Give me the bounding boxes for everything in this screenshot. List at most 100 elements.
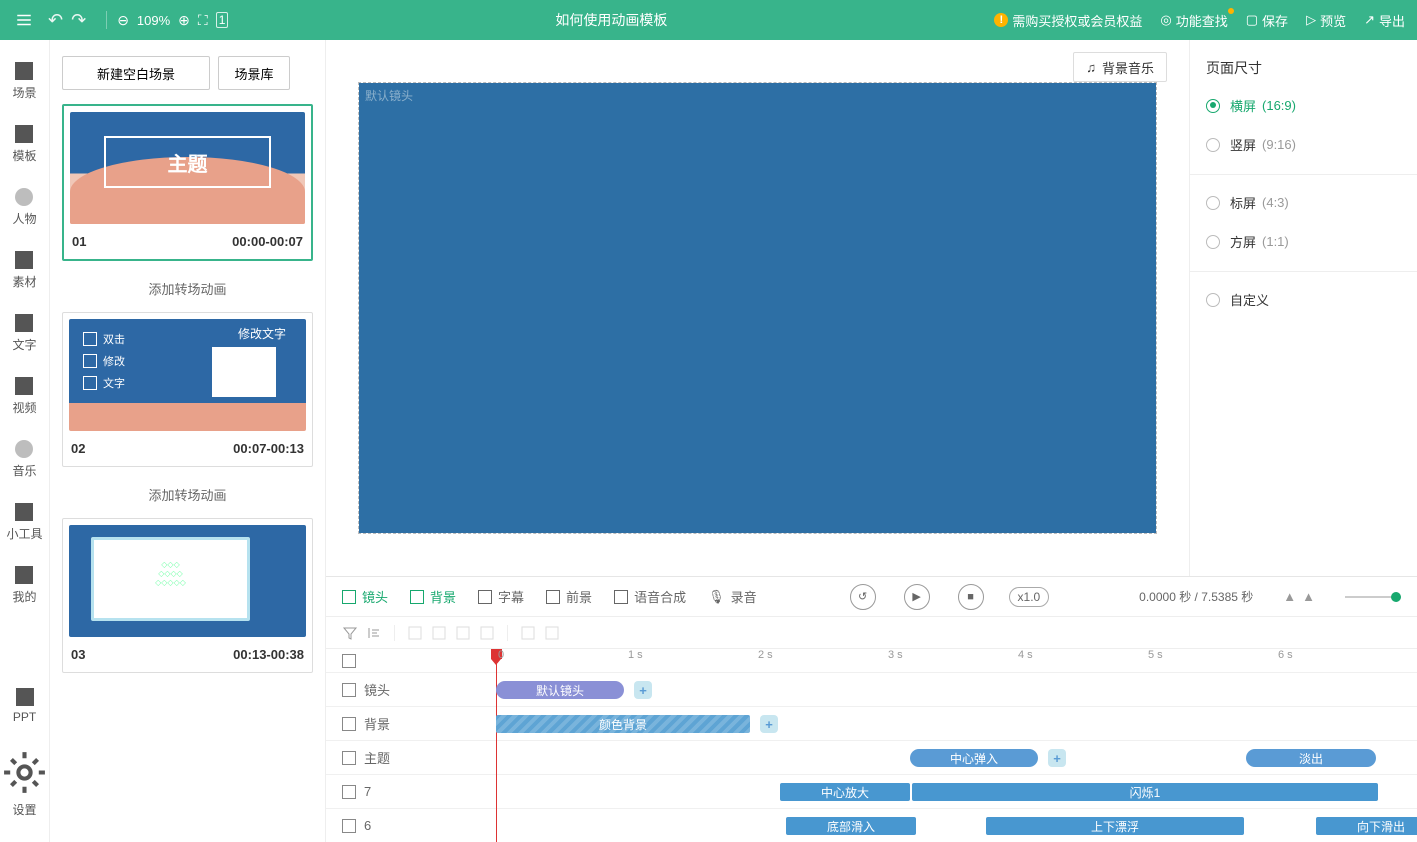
bgm-label: 背景音乐 (1102, 58, 1154, 77)
aspect-option-square[interactable]: 方屏 (1:1) (1206, 232, 1401, 251)
timeline-zoom-slider[interactable] (1345, 596, 1401, 598)
scene-panel: 新建空白场景 场景库 主题 01 00:00-00:07 添加转场动画 修改文字… (50, 40, 326, 842)
clip-6-out[interactable]: 向下滑出 (1316, 817, 1417, 835)
timeline-tools (326, 617, 1417, 649)
zoom-in-button[interactable]: ⊕ (178, 12, 190, 29)
align-icon[interactable] (366, 625, 382, 641)
scene-library-button[interactable]: 场景库 (218, 56, 290, 90)
aspect-option-portrait[interactable]: 竖屏 (9:16) (1206, 135, 1401, 154)
zoom-out-button[interactable]: ⊖ (117, 12, 129, 29)
background-music-button[interactable]: ♫ 背景音乐 (1073, 52, 1167, 82)
aspect-option-standard[interactable]: 标屏 (4:3) (1206, 193, 1401, 212)
redo-button[interactable]: ↷ (71, 10, 86, 31)
clip-7-in[interactable]: 中心放大 (780, 783, 910, 801)
separator (1190, 271, 1417, 272)
zoom-icon[interactable]: ▲ (1283, 589, 1296, 604)
aspect-option-custom[interactable]: 自定义 (1206, 290, 1401, 309)
tool-icon[interactable] (544, 625, 560, 641)
tab-tts[interactable]: 语音合成 (614, 587, 686, 606)
zoom-icon[interactable]: ▲ (1302, 589, 1315, 604)
add-transition-button[interactable]: 添加转场动画 (62, 477, 313, 518)
track-label: 主题 (364, 748, 390, 767)
canvas-stage[interactable]: 默认镜头 (359, 83, 1156, 533)
background-icon (410, 590, 424, 604)
tab-camera[interactable]: 镜头 (342, 587, 388, 606)
aspect-option-landscape[interactable]: 横屏 (16:9) (1206, 96, 1401, 115)
filter-icon[interactable] (342, 625, 358, 641)
license-warning-button[interactable]: ! 需购买授权或会员权益 (994, 11, 1142, 30)
nav-template-label: 模板 (12, 147, 36, 164)
actual-size-button[interactable]: 1 (216, 12, 229, 28)
nav-widget[interactable]: 小工具 (6, 503, 42, 542)
scene-time: 00:07-00:13 (233, 441, 304, 456)
stage-frame: 默认镜头 (358, 82, 1157, 534)
clip-6-in[interactable]: 底部滑入 (786, 817, 916, 835)
clip-camera[interactable]: 默认镜头 (496, 681, 624, 699)
header-actions: ! 需购买授权或会员权益 ◎ 功能查找 ▢ 保存 ▷ 预览 ↗ 导出 (994, 11, 1405, 30)
zoom-percent[interactable]: 109% (137, 13, 170, 28)
tab-background[interactable]: 背景 (410, 587, 456, 606)
nav-material[interactable]: 素材 (12, 251, 36, 290)
track-6: 6 底部滑入 上下漂浮 向下滑出 (326, 809, 1417, 842)
clip-7-effect[interactable]: 闪烁1 (912, 783, 1378, 801)
nav-settings[interactable]: 设置 (0, 748, 49, 818)
tab-subtitle[interactable]: 字幕 (478, 587, 524, 606)
scene-card-03[interactable]: ◇◇◇◇◇◇◇◇◇◇◇◇ 03 00:13-00:38 (62, 518, 313, 673)
nav-template[interactable]: 模板 (12, 125, 36, 164)
clip-6-float[interactable]: 上下漂浮 (986, 817, 1244, 835)
add-transition-button[interactable]: 添加转场动画 (62, 271, 313, 312)
stop-button[interactable]: ■ (958, 584, 984, 610)
add-clip-button[interactable]: + (634, 681, 652, 699)
add-clip-button[interactable]: + (1048, 749, 1066, 767)
nav-character[interactable]: 人物 (12, 188, 36, 227)
scene-index: 02 (71, 441, 85, 456)
preview-button[interactable]: ▷ 预览 (1306, 11, 1346, 30)
track-label: 背景 (364, 714, 390, 733)
feature-search-button[interactable]: ◎ 功能查找 (1160, 11, 1227, 30)
option-label: 横屏 (1230, 96, 1256, 115)
save-button[interactable]: ▢ 保存 (1246, 11, 1288, 30)
radio-icon (1206, 138, 1220, 152)
divider (106, 11, 107, 29)
hamburger-menu-button[interactable] (12, 8, 36, 32)
clip-theme-out[interactable]: 淡出 (1246, 749, 1376, 767)
subtitle-icon (478, 590, 492, 604)
camera-label: 默认镜头 (365, 87, 413, 104)
option-label: 竖屏 (1230, 135, 1256, 154)
timeline-zoom-icons: ▲▲ (1283, 589, 1315, 604)
camera-icon (342, 590, 356, 604)
tool-icon[interactable] (520, 625, 536, 641)
speed-selector[interactable]: x1.0 (1009, 587, 1050, 607)
nav-text[interactable]: 文字 (12, 314, 36, 353)
template-icon (15, 125, 33, 143)
nav-audio[interactable]: 音乐 (12, 440, 36, 479)
nav-mine[interactable]: 我的 (12, 566, 36, 605)
tab-record[interactable]: 🎙录音 (708, 587, 757, 606)
fit-screen-button[interactable]: ⛶ (198, 12, 208, 29)
tool-icon[interactable] (431, 625, 447, 641)
nav-video[interactable]: 视频 (12, 377, 36, 416)
scene-card-02[interactable]: 修改文字 双击 修改 文字 02 00:07-00:13 (62, 312, 313, 467)
rewind-button[interactable]: ↺ (850, 584, 876, 610)
tab-foreground[interactable]: 前景 (546, 587, 592, 606)
scene-card-01[interactable]: 主题 01 00:00-00:07 (62, 104, 313, 261)
timeline-body[interactable]: 0 1 s 2 s 3 s 4 s 5 s 6 s 镜头 默认镜头 + 背景 颜… (326, 649, 1417, 842)
play-button[interactable]: ▶ (904, 584, 930, 610)
clip-background[interactable]: 颜色背景 (496, 715, 750, 733)
new-blank-scene-button[interactable]: 新建空白场景 (62, 56, 210, 90)
foreground-icon (546, 590, 560, 604)
clip-theme-in[interactable]: 中心弹入 (910, 749, 1038, 767)
scene-index: 01 (72, 234, 86, 249)
preview-icon: ▷ (1306, 12, 1316, 28)
track-camera: 镜头 默认镜头 + (326, 673, 1417, 707)
nav-scene[interactable]: 场景 (12, 62, 36, 101)
undo-button[interactable]: ↶ (48, 10, 63, 31)
tool-icon[interactable] (407, 625, 423, 641)
add-clip-button[interactable]: + (760, 715, 778, 733)
option-ratio: (4:3) (1262, 195, 1289, 210)
tool-icon[interactable] (479, 625, 495, 641)
nav-ppt[interactable]: PPT (13, 688, 36, 724)
option-label: 方屏 (1230, 232, 1256, 251)
export-button[interactable]: ↗ 导出 (1364, 11, 1405, 30)
tool-icon[interactable] (455, 625, 471, 641)
